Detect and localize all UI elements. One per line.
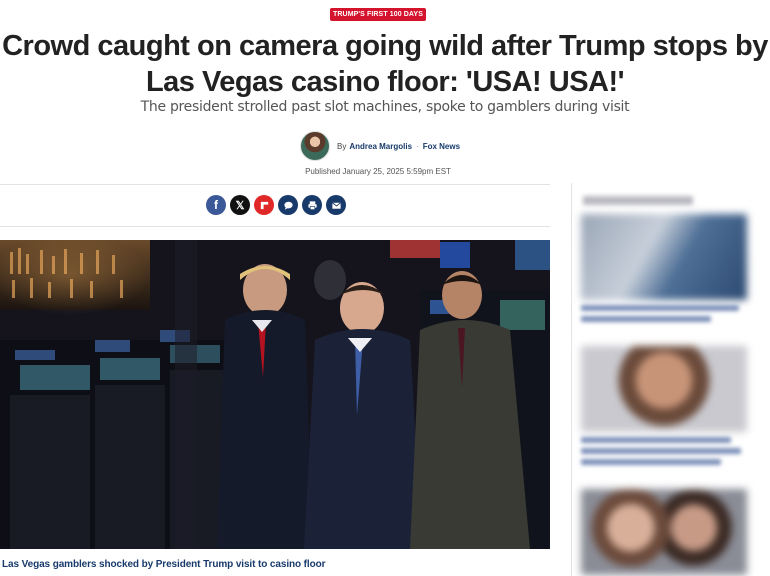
print-icon — [307, 200, 317, 210]
flipboard-icon — [260, 201, 268, 209]
sidebar-story-1-title-line[interactable] — [581, 316, 711, 322]
byline-separator: · — [416, 141, 419, 151]
outlet-link[interactable]: Fox News — [423, 142, 460, 151]
comment-icon — [283, 201, 293, 210]
comments-button[interactable] — [278, 195, 298, 215]
author-avatar[interactable] — [300, 131, 330, 161]
share-bar: f 𝕏 — [206, 195, 346, 215]
sidebar-story-3[interactable] — [581, 489, 747, 575]
sidebar-heading — [583, 196, 693, 205]
article-subheadline: The president strolled past slot machine… — [140, 99, 630, 115]
facebook-share-button[interactable]: f — [206, 195, 226, 215]
sidebar-story-2-title-line[interactable] — [581, 448, 741, 454]
sidebar-story-2-title-line[interactable] — [581, 437, 731, 443]
byline: By Andrea Margolis · Fox News — [300, 131, 460, 161]
facebook-icon: f — [214, 198, 218, 212]
flipboard-share-button[interactable] — [254, 195, 274, 215]
divider — [0, 226, 550, 227]
x-share-button[interactable]: 𝕏 — [230, 195, 250, 215]
divider — [0, 184, 550, 185]
sidebar-story-2-thumbnail[interactable] — [581, 346, 747, 432]
sidebar-story-2[interactable] — [581, 346, 747, 465]
email-icon — [331, 201, 341, 209]
headline-line-2: Las Vegas casino floor: 'USA! USA!' — [145, 66, 625, 98]
hero-photo[interactable] — [0, 240, 550, 549]
email-share-button[interactable] — [326, 195, 346, 215]
sidebar-story-3-thumbnail[interactable] — [581, 489, 747, 575]
hero-caption[interactable]: Las Vegas gamblers shocked by President … — [2, 559, 326, 570]
x-icon: 𝕏 — [235, 199, 245, 212]
print-button[interactable] — [302, 195, 322, 215]
sidebar-story-1-title-line[interactable] — [581, 305, 739, 311]
article-headline: Crowd caught on camera going wild after … — [0, 28, 770, 100]
sidebar-story-1-thumbnail[interactable] — [581, 214, 747, 300]
sidebar-story-2-title-line[interactable] — [581, 459, 721, 465]
published-timestamp: Published January 25, 2025 5:59pm EST — [305, 167, 451, 176]
section-tag[interactable]: TRUMP'S FIRST 100 DAYS — [330, 8, 426, 21]
headline-line-1: Crowd caught on camera going wild after … — [2, 30, 768, 62]
byline-prefix: By — [337, 141, 347, 151]
casino-scene-image — [0, 240, 550, 549]
sidebar-story-1[interactable] — [581, 214, 747, 322]
sidebar-divider — [571, 183, 572, 576]
author-link[interactable]: Andrea Margolis — [349, 142, 412, 151]
